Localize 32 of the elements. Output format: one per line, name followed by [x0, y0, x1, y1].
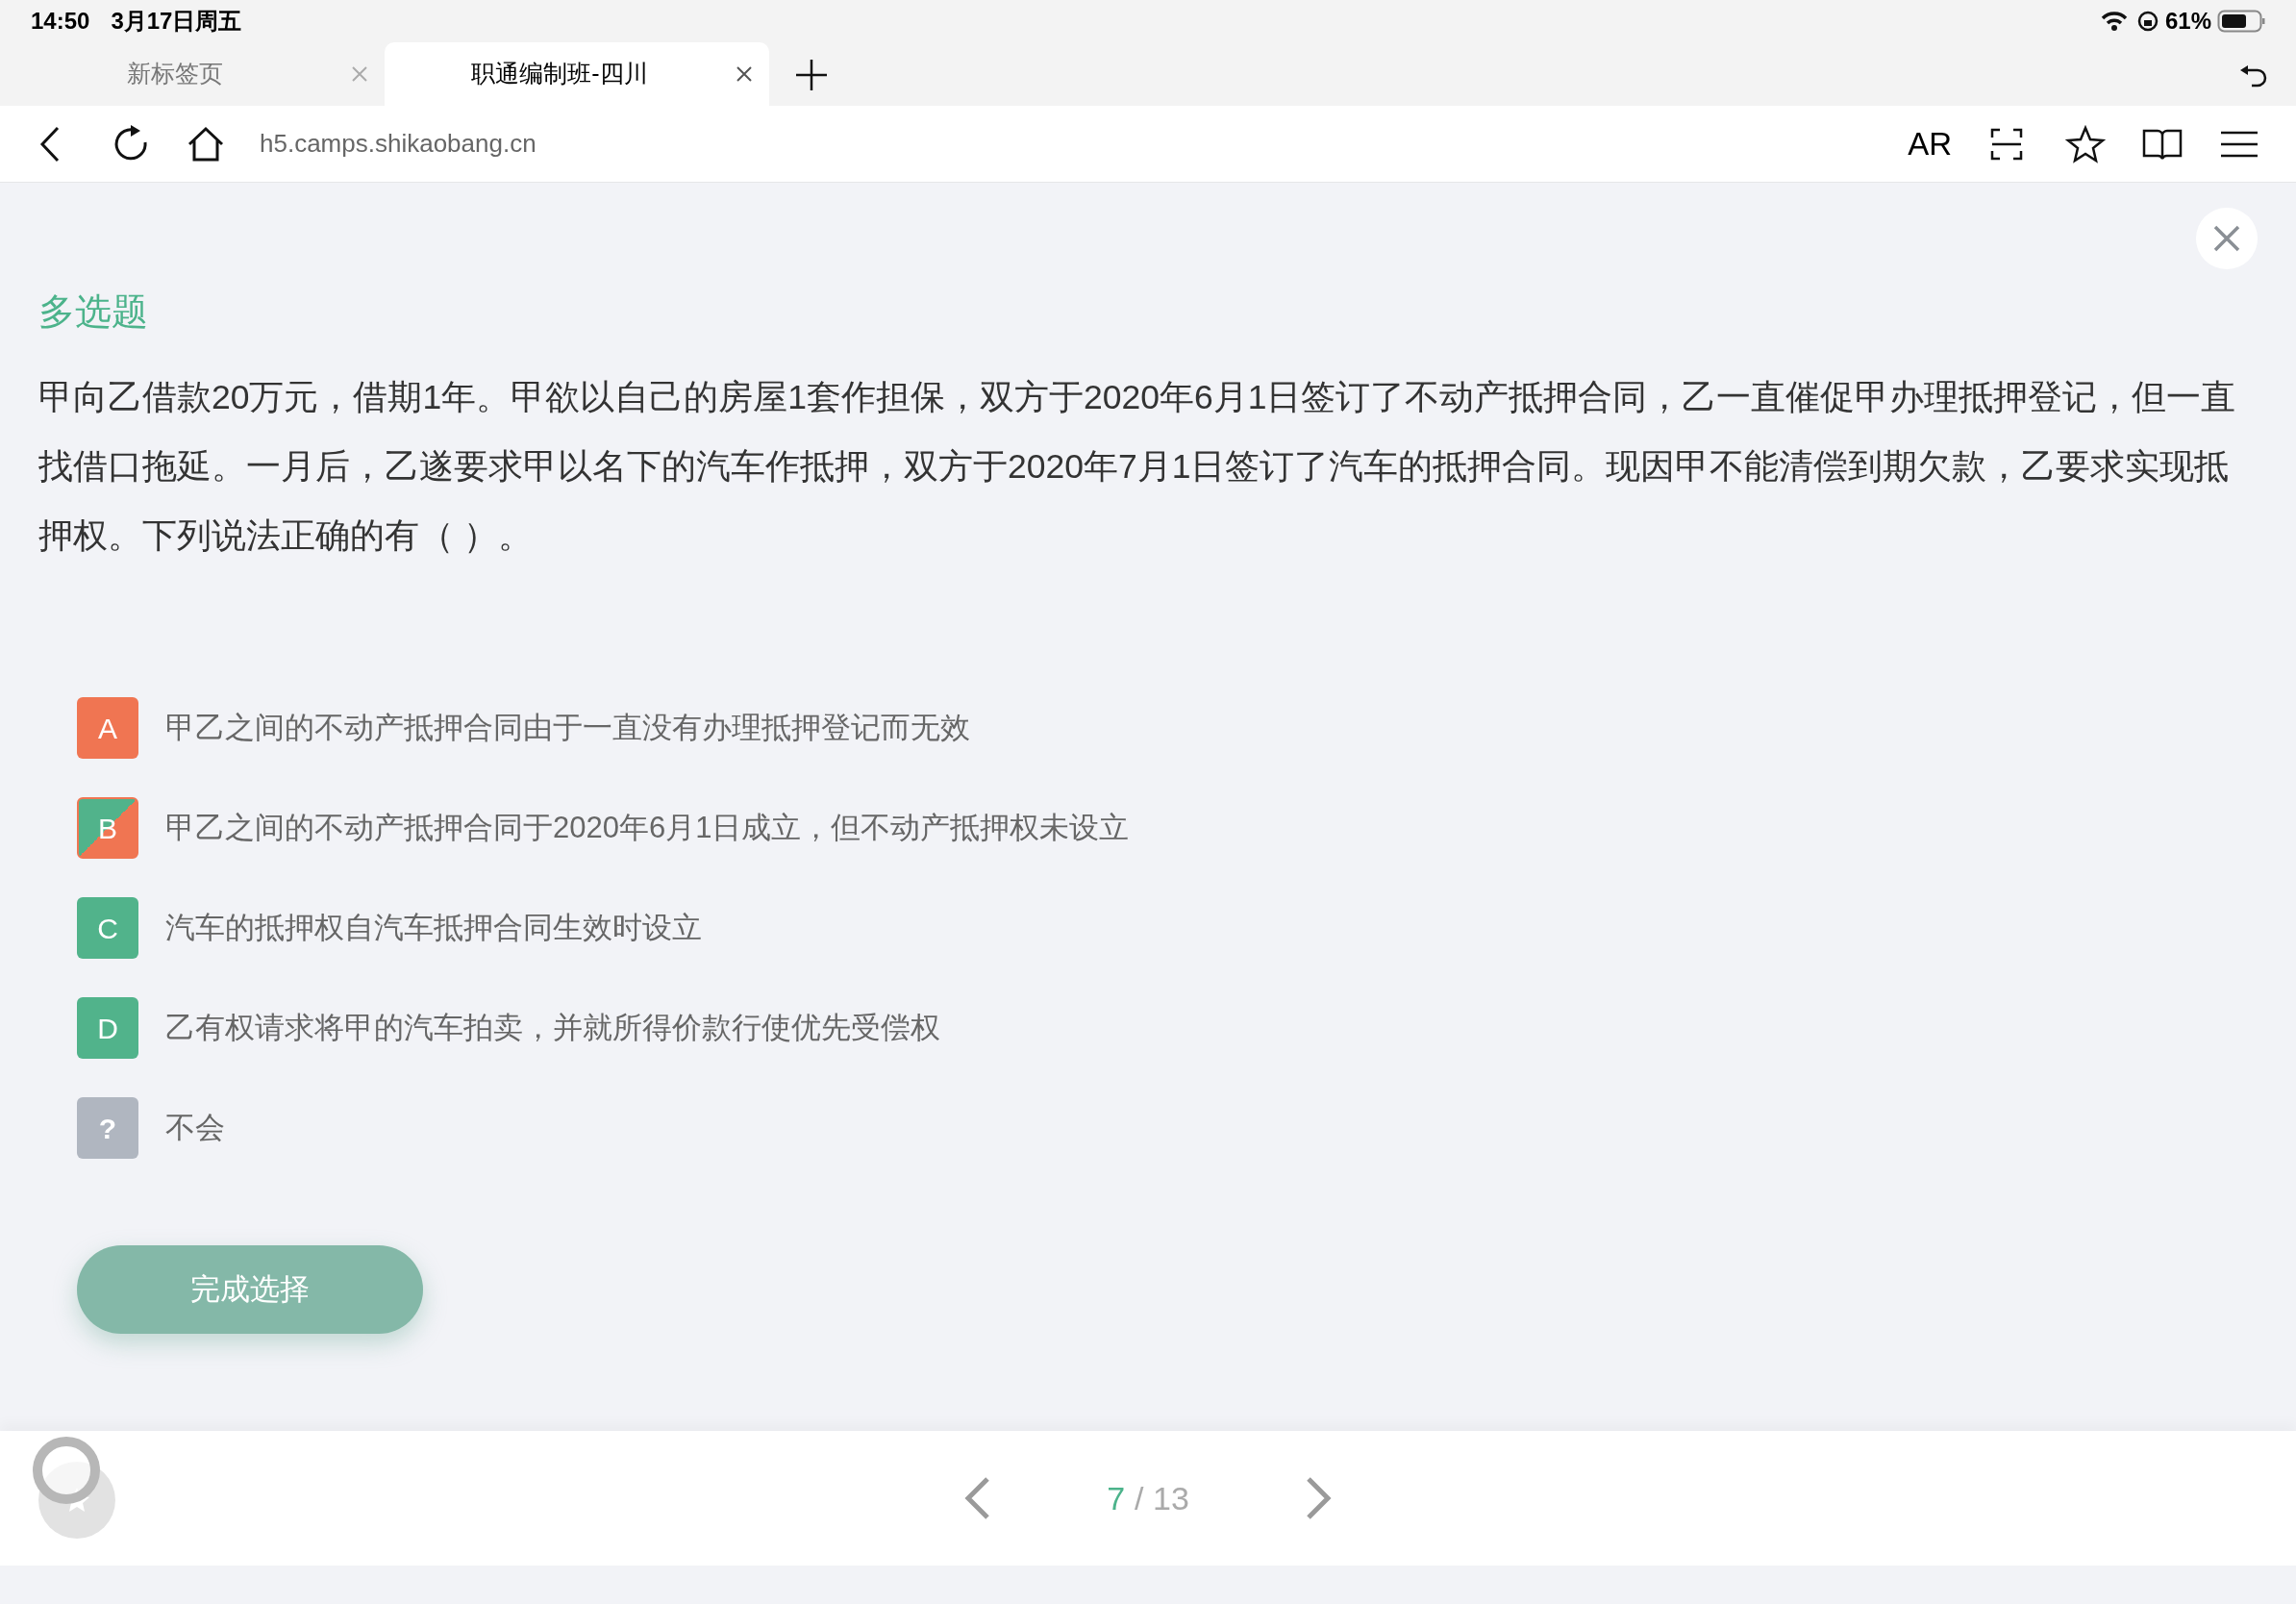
- close-icon: [2213, 225, 2240, 252]
- chevron-left-icon[interactable]: [962, 1476, 992, 1520]
- option-text[interactable]: 不会: [165, 1105, 225, 1151]
- option-text[interactable]: 甲乙之间的不动产抵押合同于2020年6月1日成立，但不动产抵押权未设立: [165, 805, 1130, 851]
- option-badge[interactable]: A: [77, 697, 138, 759]
- rotation-lock-icon: [2135, 10, 2159, 33]
- menu-icon[interactable]: [2221, 129, 2258, 159]
- battery-icon: [2217, 9, 2265, 34]
- question-text: 甲向乙借款20万元，借期1年。甲欲以自己的房屋1套作担保，双方于2020年6月1日签订了不动产抵押合同，乙一直催促甲办理抵押登记，但一直找借口拖延。一月后，乙遂要求甲以名下的汽车作抵押，双方于2020年7月1日签订了汽车的抵押合同。现因甲不能清偿到期欠款，乙要求实现抵押权。下列说法正确的有（ ）。: [38, 377, 2237, 557]
- ar-button[interactable]: AR: [1908, 119, 1952, 168]
- scan-icon[interactable]: [1990, 127, 2023, 161]
- new-tab-icon[interactable]: [794, 58, 829, 92]
- tab-title: 职通编制班-四川: [470, 59, 649, 89]
- status-time: 14:50: [31, 7, 90, 36]
- chevron-right-icon[interactable]: [1304, 1476, 1334, 1520]
- question-type-label: 多选题: [38, 290, 149, 334]
- home-icon[interactable]: [187, 124, 225, 163]
- option-text[interactable]: 甲乙之间的不动产抵押合同由于一直没有办理抵押登记而无效: [165, 705, 970, 751]
- status-date: 3月17日周五: [111, 7, 242, 36]
- back-icon[interactable]: [38, 124, 62, 163]
- wifi-icon: [2099, 10, 2129, 33]
- page-current: 7: [1107, 1478, 1126, 1518]
- close-icon[interactable]: [735, 64, 754, 84]
- page-total: / 13: [1135, 1478, 1189, 1518]
- url-text[interactable]: h5.camps.shikaobang.cn: [260, 125, 537, 163]
- battery-percent: 61%: [2164, 7, 2211, 36]
- option-text[interactable]: 汽车的抵押权自汽车抵押合同生效时设立: [165, 905, 702, 951]
- tab-title: 新标签页: [126, 59, 224, 89]
- star-icon[interactable]: [2065, 124, 2106, 163]
- book-icon[interactable]: [2142, 127, 2183, 161]
- option-text[interactable]: 乙有权请求将甲的汽车拍卖，并就所得价款行使优先受偿权: [165, 1005, 940, 1051]
- browser-tab[interactable]: 职通编制班-四川: [385, 42, 769, 106]
